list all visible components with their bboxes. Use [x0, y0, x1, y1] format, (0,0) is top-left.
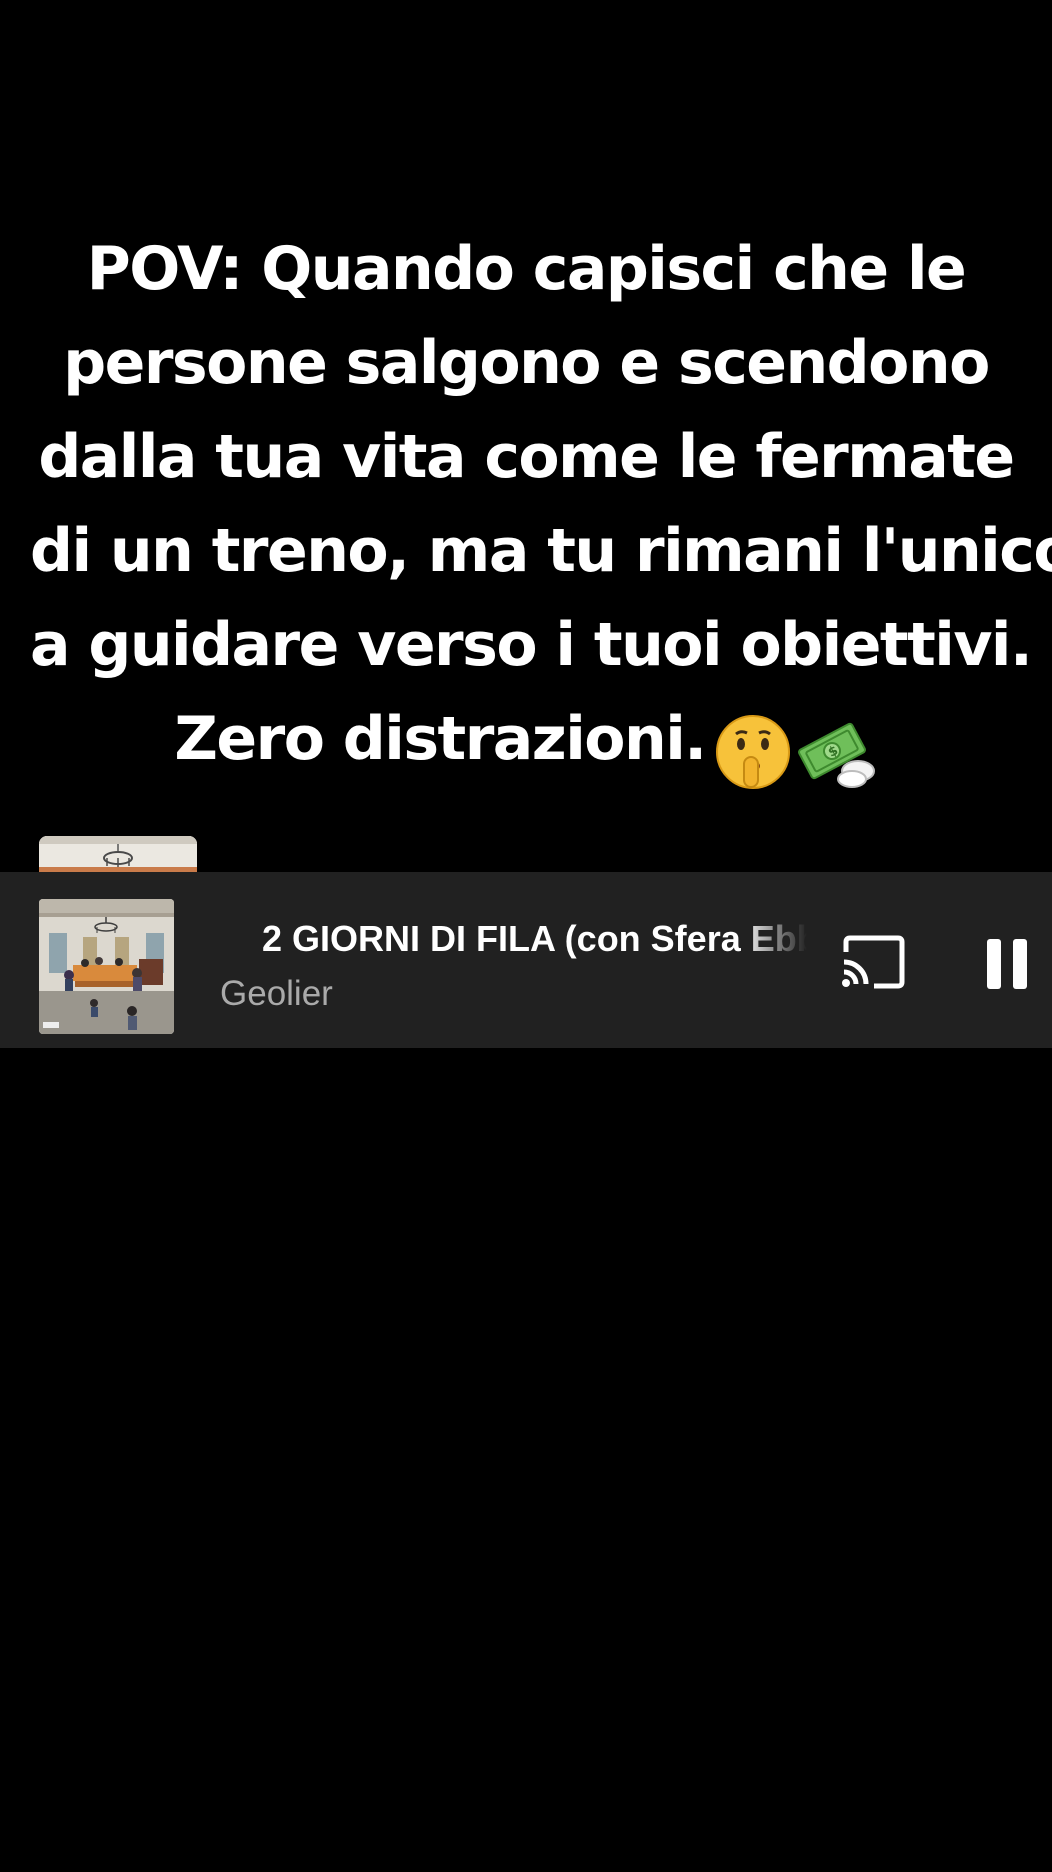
- album-art[interactable]: [39, 899, 174, 1034]
- caption-line-6-text: Zero distrazioni.: [174, 704, 707, 774]
- queued-thumbnail-image: [39, 836, 197, 872]
- caption-line-1: POV: Quando capisci che le: [86, 234, 967, 304]
- album-cover-room-icon: [39, 899, 174, 1034]
- caption-line-3: dalla tua vita come le fermate: [38, 422, 1015, 492]
- cast-button[interactable]: [838, 934, 908, 990]
- caption-line-6: Zero distrazioni. $: [30, 692, 1022, 796]
- pause-icon: [987, 939, 1027, 989]
- caption-emojis: $: [714, 702, 878, 796]
- mini-player-bar[interactable]: 2 GIORNI DI FILA (con Sfera Ebbasta) Geo…: [0, 872, 1052, 1048]
- caption-line-4: di un treno, ma tu rimani l'unico: [30, 516, 1052, 586]
- caption-line-2: persone salgono e scendono: [63, 328, 990, 398]
- track-title[interactable]: 2 GIORNI DI FILA (con Sfera Ebbasta): [262, 918, 807, 960]
- caption-line-5: a guidare verso i tuoi obiettivi.: [30, 610, 1033, 680]
- cast-icon: [842, 935, 905, 989]
- shushing-face-emoji: [715, 715, 790, 790]
- queued-thumbnail-peek: [39, 836, 197, 872]
- pause-button[interactable]: [984, 938, 1030, 990]
- money-with-wings-emoji: $: [797, 723, 875, 789]
- track-artist[interactable]: Geolier: [220, 974, 333, 1014]
- caption-overlay: POV: Quando capisci che le persone salgo…: [30, 222, 1052, 796]
